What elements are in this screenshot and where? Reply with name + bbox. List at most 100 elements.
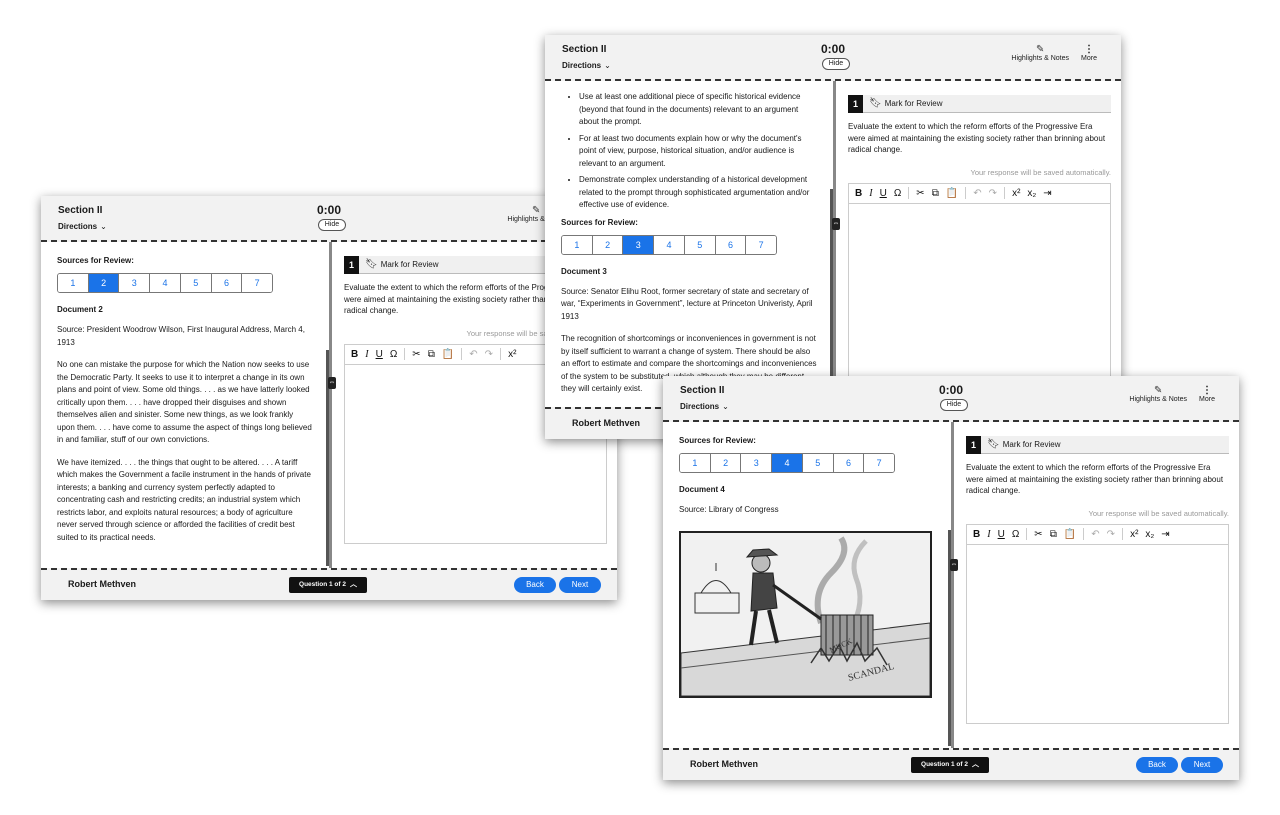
source-tab-1[interactable]: 1 <box>562 235 593 254</box>
source-tab-7[interactable]: 7 <box>242 274 272 292</box>
source-tab-3[interactable]: 3 <box>119 274 151 292</box>
special-character-icon[interactable]: Ω <box>894 188 901 199</box>
source-tab-5[interactable]: 5 <box>180 274 212 292</box>
back-button[interactable]: Back <box>1136 757 1178 773</box>
source-tab-6[interactable]: 6 <box>833 454 865 472</box>
divider-handle-icon[interactable]: ⇔ <box>328 377 336 389</box>
source-tab-4[interactable]: 4 <box>654 235 685 254</box>
source-tab-4[interactable]: 4 <box>772 454 803 472</box>
pane-divider[interactable] <box>329 242 332 568</box>
sources-label: Sources for Review: <box>57 256 134 265</box>
italic-button[interactable]: I <box>869 188 872 199</box>
directions-toggle[interactable]: Directions ⌄ <box>680 402 729 411</box>
response-editor[interactable]: B I U Ω ✂ ⧉ 📋 ↶ ↷ x² x₂ ⇥ <box>966 523 1229 724</box>
more-vertical-icon: ⋮ <box>1084 44 1095 55</box>
next-button[interactable]: Next <box>559 577 601 593</box>
bookmark-icon[interactable]: 🔖︎ <box>869 98 882 109</box>
special-character-icon[interactable]: Ω <box>1012 529 1019 540</box>
highlights-notes-button[interactable]: ✎ Highlights & Notes <box>1129 386 1187 404</box>
superscript-button[interactable]: x² <box>1012 188 1020 199</box>
special-character-icon[interactable]: Ω <box>390 349 397 360</box>
hide-timer-button[interactable]: Hide <box>822 58 850 70</box>
subscript-button[interactable]: x₂ <box>1145 529 1154 540</box>
bold-button[interactable]: B <box>973 529 980 540</box>
bold-button[interactable]: B <box>855 188 862 199</box>
more-button[interactable]: ⋮More <box>1081 44 1097 63</box>
redo-icon[interactable]: ↷ <box>1107 529 1115 540</box>
underline-button[interactable]: U <box>998 529 1005 540</box>
underline-button[interactable]: U <box>880 188 887 199</box>
undo-icon[interactable]: ↶ <box>1091 529 1099 540</box>
autosave-notice: Your response will be saved automaticall… <box>970 167 1112 177</box>
undo-icon[interactable]: ↶ <box>973 188 981 199</box>
paste-icon[interactable]: 📋 <box>1064 529 1076 540</box>
source-tabs: 1 2 3 4 5 6 7 <box>561 234 777 255</box>
source-tab-5[interactable]: 5 <box>802 454 834 472</box>
hide-timer-button[interactable]: Hide <box>318 219 346 231</box>
mark-for-review-button[interactable]: Mark for Review <box>1003 440 1061 449</box>
bold-button[interactable]: B <box>351 349 358 360</box>
source-tab-4[interactable]: 4 <box>150 274 181 292</box>
source-tab-1[interactable]: 1 <box>58 274 89 292</box>
underline-button[interactable]: U <box>376 349 383 360</box>
directions-toggle[interactable]: Directions ⌄ <box>58 222 107 231</box>
source-tab-7[interactable]: 7 <box>746 235 776 254</box>
directions-item: Demonstrate complex understanding of a h… <box>579 174 817 212</box>
chevron-up-icon: ︿ <box>971 761 979 768</box>
source-tab-6[interactable]: 6 <box>715 235 747 254</box>
pane-divider[interactable] <box>833 81 836 407</box>
undo-icon[interactable]: ↶ <box>469 349 477 360</box>
bookmark-icon[interactable]: 🔖︎ <box>987 439 1000 450</box>
mark-for-review-button[interactable]: Mark for Review <box>381 260 439 269</box>
superscript-button[interactable]: x² <box>1130 529 1138 540</box>
source-tab-3[interactable]: 3 <box>741 454 773 472</box>
copy-icon[interactable]: ⧉ <box>932 188 939 199</box>
source-tab-7[interactable]: 7 <box>864 454 894 472</box>
redo-icon[interactable]: ↷ <box>989 188 997 199</box>
student-name: Robert Methven <box>572 418 641 428</box>
source-tab-1[interactable]: 1 <box>680 454 711 472</box>
document-source: Source: Senator Elihu Root, former secre… <box>561 286 813 321</box>
source-tab-3[interactable]: 3 <box>623 235 655 254</box>
exam-window-document-2: Section II Directions ⌄ 0:00 Hide ✎ Highli… <box>41 196 617 600</box>
pane-divider[interactable] <box>951 422 954 748</box>
source-tab-2[interactable]: 2 <box>592 235 624 254</box>
cut-icon[interactable]: ✂ <box>1034 529 1042 540</box>
highlighter-icon: ✎ <box>1036 44 1045 55</box>
indent-icon[interactable]: ⇥ <box>1043 188 1051 199</box>
source-tab-2[interactable]: 2 <box>88 274 120 292</box>
exam-window-document-4: Section II Directions ⌄ 0:00 Hide ✎ Highli… <box>663 376 1239 780</box>
copy-icon[interactable]: ⧉ <box>1050 529 1057 540</box>
response-editor[interactable]: B I U Ω ✂ ⧉ 📋 ↶ ↷ x² x₂ ⇥ <box>848 182 1111 383</box>
next-button[interactable]: Next <box>1181 757 1223 773</box>
subscript-button[interactable]: x₂ <box>1027 188 1036 199</box>
cut-icon[interactable]: ✂ <box>916 188 924 199</box>
redo-icon[interactable]: ↷ <box>485 349 493 360</box>
indent-icon[interactable]: ⇥ <box>1161 529 1169 540</box>
highlights-notes-button[interactable]: ✎ Highlights & Notes <box>1011 44 1069 63</box>
cut-icon[interactable]: ✂ <box>412 349 420 360</box>
more-button[interactable]: ⋮More <box>1199 386 1215 404</box>
bookmark-icon[interactable]: 🔖︎ <box>365 259 378 270</box>
hide-timer-button[interactable]: Hide <box>940 399 968 411</box>
question-number: 1 <box>344 255 359 274</box>
italic-button[interactable]: I <box>365 349 368 360</box>
student-name: Robert Methven <box>690 759 759 769</box>
chevron-down-icon: ⌄ <box>604 61 611 70</box>
divider-handle-icon[interactable]: ⇔ <box>950 559 958 571</box>
directions-toggle[interactable]: Directions ⌄ <box>562 61 611 70</box>
mark-for-review-button[interactable]: Mark for Review <box>885 99 943 108</box>
source-pane: Sources for Review: 1 2 3 4 5 6 7 Docume… <box>663 422 951 748</box>
question-navigator[interactable]: Question 1 of 2︿ <box>911 757 989 773</box>
source-tab-5[interactable]: 5 <box>684 235 716 254</box>
paste-icon[interactable]: 📋 <box>946 188 958 199</box>
source-tab-2[interactable]: 2 <box>710 454 742 472</box>
back-button[interactable]: Back <box>514 577 556 593</box>
superscript-button[interactable]: x² <box>508 349 516 360</box>
copy-icon[interactable]: ⧉ <box>428 349 435 360</box>
question-navigator[interactable]: Question 1 of 2︿ <box>289 577 367 593</box>
italic-button[interactable]: I <box>987 529 990 540</box>
paste-icon[interactable]: 📋 <box>442 349 454 360</box>
source-tab-6[interactable]: 6 <box>211 274 243 292</box>
divider-handle-icon[interactable]: ⇔ <box>832 218 840 230</box>
